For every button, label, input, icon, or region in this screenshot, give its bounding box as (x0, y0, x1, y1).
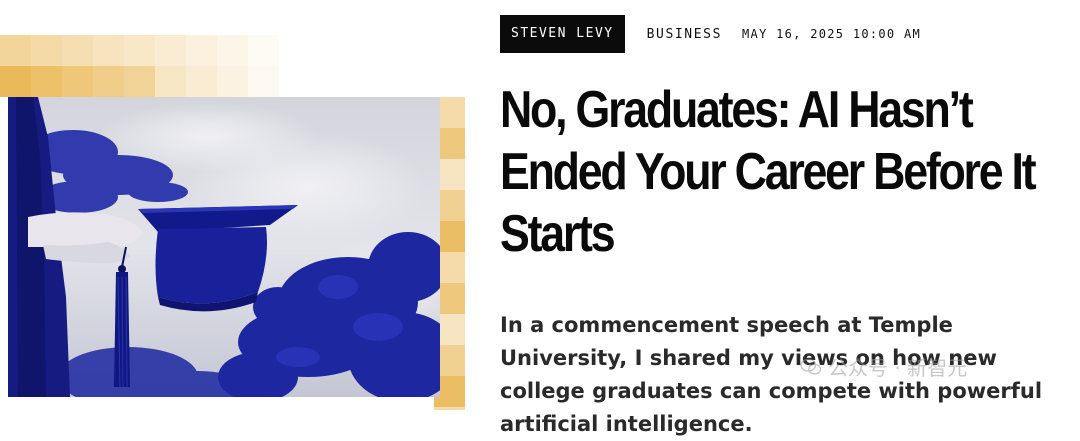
mosaic-tile (310, 35, 341, 66)
author-badge[interactable]: STEVEN LEVY (500, 15, 625, 53)
mosaic-tile (310, 66, 341, 97)
mosaic-tile (124, 35, 155, 66)
mosaic-tile (372, 35, 403, 66)
article-meta-row: STEVEN LEVY BUSINESS MAY 16, 2025 10:00 … (500, 15, 921, 53)
mosaic-tile (434, 35, 465, 66)
mosaic-tile (279, 66, 310, 97)
mosaic-tile (403, 66, 434, 97)
publish-date: MAY 16, 2025 10:00 AM (742, 27, 922, 41)
mosaic-tile (31, 66, 62, 97)
mosaic-tile (93, 35, 124, 66)
mosaic-tile (0, 66, 31, 97)
mosaic-tile (217, 66, 248, 97)
mosaic-tile (279, 35, 310, 66)
mosaic-tile (372, 66, 403, 97)
hero-image-block (0, 35, 465, 410)
mosaic-tile (341, 66, 372, 97)
mosaic-tile (155, 35, 186, 66)
graduate-holding-cap-photo (8, 97, 440, 397)
mosaic-tile (124, 66, 155, 97)
mosaic-tile (186, 35, 217, 66)
mosaic-tile (0, 35, 31, 66)
mosaic-tile (62, 35, 93, 66)
mosaic-tile (217, 35, 248, 66)
mosaic-tile (248, 66, 279, 97)
mosaic-tile (403, 35, 434, 66)
section-link[interactable]: BUSINESS (647, 27, 722, 42)
mosaic-tile (434, 66, 465, 97)
article-dek: In a commencement speech at Temple Unive… (500, 313, 1043, 436)
mosaic-tile (62, 66, 93, 97)
mosaic-tile (31, 35, 62, 66)
mosaic-tile (155, 66, 186, 97)
mosaic-tile (186, 66, 217, 97)
mosaic-tile (93, 66, 124, 97)
mosaic-tile (248, 35, 279, 66)
article-headline: No, Graduates: AI Hasn’t Ended Your Care… (500, 81, 1037, 263)
mosaic-tile (341, 35, 372, 66)
